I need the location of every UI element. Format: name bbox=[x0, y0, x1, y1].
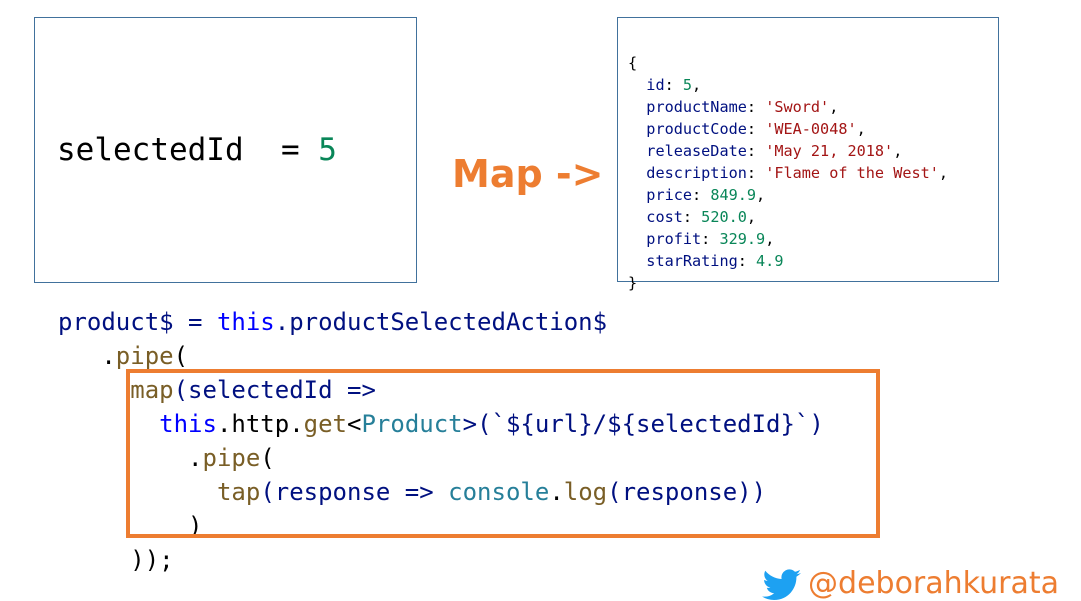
field-comma: , bbox=[829, 98, 839, 116]
field-value: 'Sword' bbox=[765, 98, 830, 116]
selected-id-box: selectedId = 5 bbox=[34, 17, 417, 283]
map-highlight-frame bbox=[126, 369, 880, 538]
field-key: releaseDate bbox=[646, 142, 747, 160]
code-token: pipe bbox=[115, 342, 174, 370]
field-value: 4.9 bbox=[756, 252, 784, 270]
field-comma: , bbox=[765, 230, 775, 248]
field-comma: , bbox=[856, 120, 866, 138]
twitter-handle-text: @deborahkurata bbox=[808, 566, 1059, 601]
field-key: productName bbox=[646, 98, 747, 116]
code-token: . bbox=[58, 342, 116, 370]
code-token: ( bbox=[173, 342, 189, 370]
code-token: .productSelectedAction$ bbox=[274, 308, 608, 336]
map-arrow-label: Map -> bbox=[452, 152, 604, 196]
code-token: product$ = bbox=[58, 308, 217, 336]
field-comma: , bbox=[938, 164, 949, 182]
object-open-brace: { bbox=[628, 54, 638, 72]
field-key: price bbox=[646, 186, 693, 204]
field-value: 520.0 bbox=[701, 208, 747, 226]
field-value: 5 bbox=[682, 76, 693, 94]
product-object-text: { id: 5, productName: 'Sword', productCo… bbox=[628, 54, 949, 292]
field-value: 329.9 bbox=[719, 230, 766, 248]
field-key: description bbox=[646, 164, 747, 182]
selected-id-operator: = bbox=[243, 132, 319, 168]
product-object-box: { id: 5, productName: 'Sword', productCo… bbox=[617, 17, 999, 292]
selected-id-expression: selectedId = 5 bbox=[57, 132, 337, 168]
field-comma: , bbox=[746, 208, 757, 226]
twitter-handle: @deborahkurata bbox=[762, 566, 1059, 601]
field-value: 'WEA-0048' bbox=[765, 120, 857, 138]
field-value: 'Flame of the West' bbox=[765, 164, 939, 182]
object-close-brace: } bbox=[628, 274, 638, 292]
field-value: 'May 21, 2018' bbox=[765, 142, 894, 160]
code-token: )); bbox=[58, 546, 174, 574]
field-comma: , bbox=[692, 76, 702, 94]
field-comma: , bbox=[893, 142, 903, 160]
field-key: id bbox=[646, 76, 665, 94]
field-key: starRating bbox=[646, 252, 738, 270]
field-key: profit bbox=[646, 230, 702, 248]
field-comma: , bbox=[756, 186, 766, 204]
code-token: this bbox=[216, 308, 275, 336]
selected-id-name: selectedId bbox=[57, 132, 244, 168]
twitter-bird-icon bbox=[762, 568, 802, 600]
field-value: 849.9 bbox=[710, 186, 757, 204]
field-key: productCode bbox=[646, 120, 747, 138]
selected-id-value: 5 bbox=[318, 132, 337, 168]
field-key: cost bbox=[646, 208, 683, 226]
